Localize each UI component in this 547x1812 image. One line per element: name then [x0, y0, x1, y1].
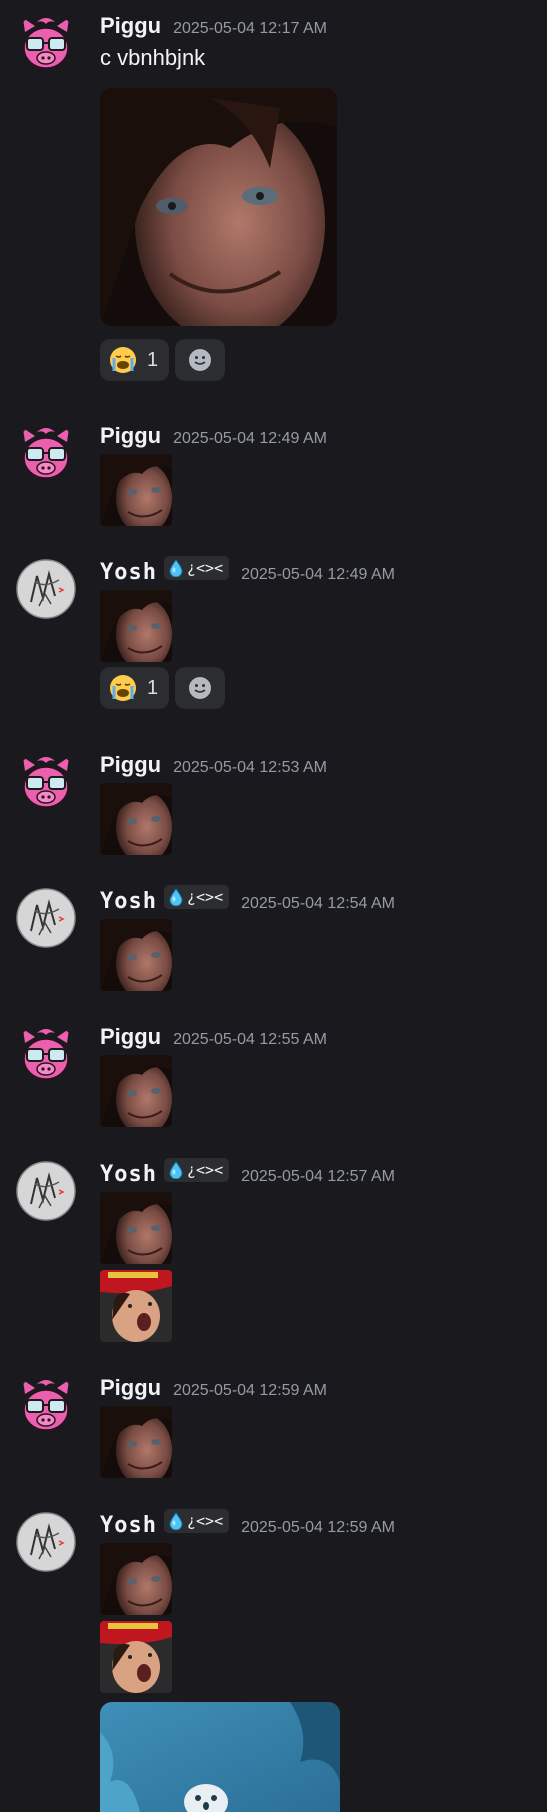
reaction-sob[interactable]: 1 [100, 667, 170, 709]
reaction-count: 1 [147, 676, 159, 699]
sticker-face[interactable] [100, 919, 172, 991]
message-text: c vbnhbjnk [100, 45, 206, 70]
timestamp: 2025-05-04 12:59 AM [173, 1382, 327, 1399]
avatar-piggu[interactable] [15, 1374, 77, 1436]
water-drop-icon [168, 1512, 184, 1530]
server-tag[interactable]: ¿<>< [163, 885, 230, 909]
sticker-face[interactable] [100, 783, 172, 855]
avatar-yosh[interactable] [15, 558, 77, 620]
username[interactable]: Yosh [100, 1161, 157, 1189]
avatar-yosh[interactable] [15, 1511, 77, 1573]
server-tag[interactable]: ¿<>< [163, 556, 230, 580]
message-header: Piggu 2025-05-04 12:17 AM [100, 12, 327, 40]
avatar-yosh[interactable] [15, 887, 77, 949]
sticker-face[interactable] [100, 1406, 172, 1478]
sob-emoji-icon [108, 345, 138, 375]
server-tag[interactable]: ¿<>< [163, 1509, 230, 1533]
username[interactable]: Piggu [100, 751, 161, 779]
avatar-piggu[interactable] [15, 751, 77, 813]
sticker-face[interactable] [100, 1192, 172, 1264]
avatar-piggu[interactable] [15, 12, 77, 74]
server-tag-text: ¿<>< [186, 1161, 224, 1179]
message-header: Piggu 2025-05-04 12:55 AM [100, 1023, 327, 1051]
reaction-count: 1 [147, 348, 159, 371]
avatar-piggu[interactable] [15, 422, 77, 484]
username[interactable]: Piggu [100, 422, 161, 450]
message-header: Piggu 2025-05-04 12:59 AM [100, 1374, 327, 1402]
timestamp: 2025-05-04 12:49 AM [173, 430, 327, 447]
timestamp: 2025-05-04 12:55 AM [173, 1031, 327, 1048]
water-drop-icon [168, 1161, 184, 1179]
sticker-face[interactable] [100, 590, 172, 662]
reaction-sob[interactable]: 1 [100, 339, 170, 381]
water-drop-icon [168, 888, 184, 906]
avatar-yosh[interactable] [15, 1160, 77, 1222]
message-header: Piggu 2025-05-04 12:53 AM [100, 751, 327, 779]
timestamp: 2025-05-04 12:17 AM [173, 20, 327, 37]
image-attachment-blue[interactable] [100, 1702, 340, 1812]
sticker-face[interactable] [100, 454, 172, 526]
username[interactable]: Yosh [100, 1512, 157, 1540]
username[interactable]: Yosh [100, 559, 157, 587]
timestamp: 2025-05-04 12:57 AM [241, 1168, 395, 1185]
timestamp: 2025-05-04 12:53 AM [173, 759, 327, 776]
sticker-face[interactable] [100, 1055, 172, 1127]
reaction-bar: 1 [100, 339, 226, 381]
message-header: Yosh ¿<>< 2025-05-04 12:59 AM [100, 1509, 395, 1540]
server-tag-text: ¿<>< [186, 559, 224, 577]
message-header: Yosh ¿<>< 2025-05-04 12:49 AM [100, 556, 395, 587]
water-drop-icon [168, 559, 184, 577]
username[interactable]: Piggu [100, 12, 161, 40]
chat-message-list: Piggu 2025-05-04 12:17 AM c vbnhbjnk 1 P… [0, 0, 547, 1812]
sticker-shouting-man[interactable] [100, 1621, 172, 1693]
username[interactable]: Piggu [100, 1023, 161, 1051]
smiley-icon [187, 347, 213, 373]
sticker-face[interactable] [100, 1543, 172, 1615]
message-header: Yosh ¿<>< 2025-05-04 12:54 AM [100, 885, 395, 916]
sob-emoji-icon [108, 673, 138, 703]
image-attachment-face-large[interactable] [100, 88, 337, 326]
username[interactable]: Piggu [100, 1374, 161, 1402]
server-tag-text: ¿<>< [186, 1512, 224, 1530]
add-reaction-button[interactable] [175, 667, 226, 709]
avatar-piggu[interactable] [15, 1023, 77, 1085]
timestamp: 2025-05-04 12:59 AM [241, 1519, 395, 1536]
server-tag-text: ¿<>< [186, 888, 224, 906]
timestamp: 2025-05-04 12:54 AM [241, 895, 395, 912]
server-tag[interactable]: ¿<>< [163, 1158, 230, 1182]
add-reaction-button[interactable] [175, 339, 226, 381]
smiley-icon [187, 675, 213, 701]
username[interactable]: Yosh [100, 888, 157, 916]
message-header: Piggu 2025-05-04 12:49 AM [100, 422, 327, 450]
timestamp: 2025-05-04 12:49 AM [241, 566, 395, 583]
message-header: Yosh ¿<>< 2025-05-04 12:57 AM [100, 1158, 395, 1189]
sticker-shouting-man[interactable] [100, 1270, 172, 1342]
reaction-bar: 1 [100, 667, 226, 709]
